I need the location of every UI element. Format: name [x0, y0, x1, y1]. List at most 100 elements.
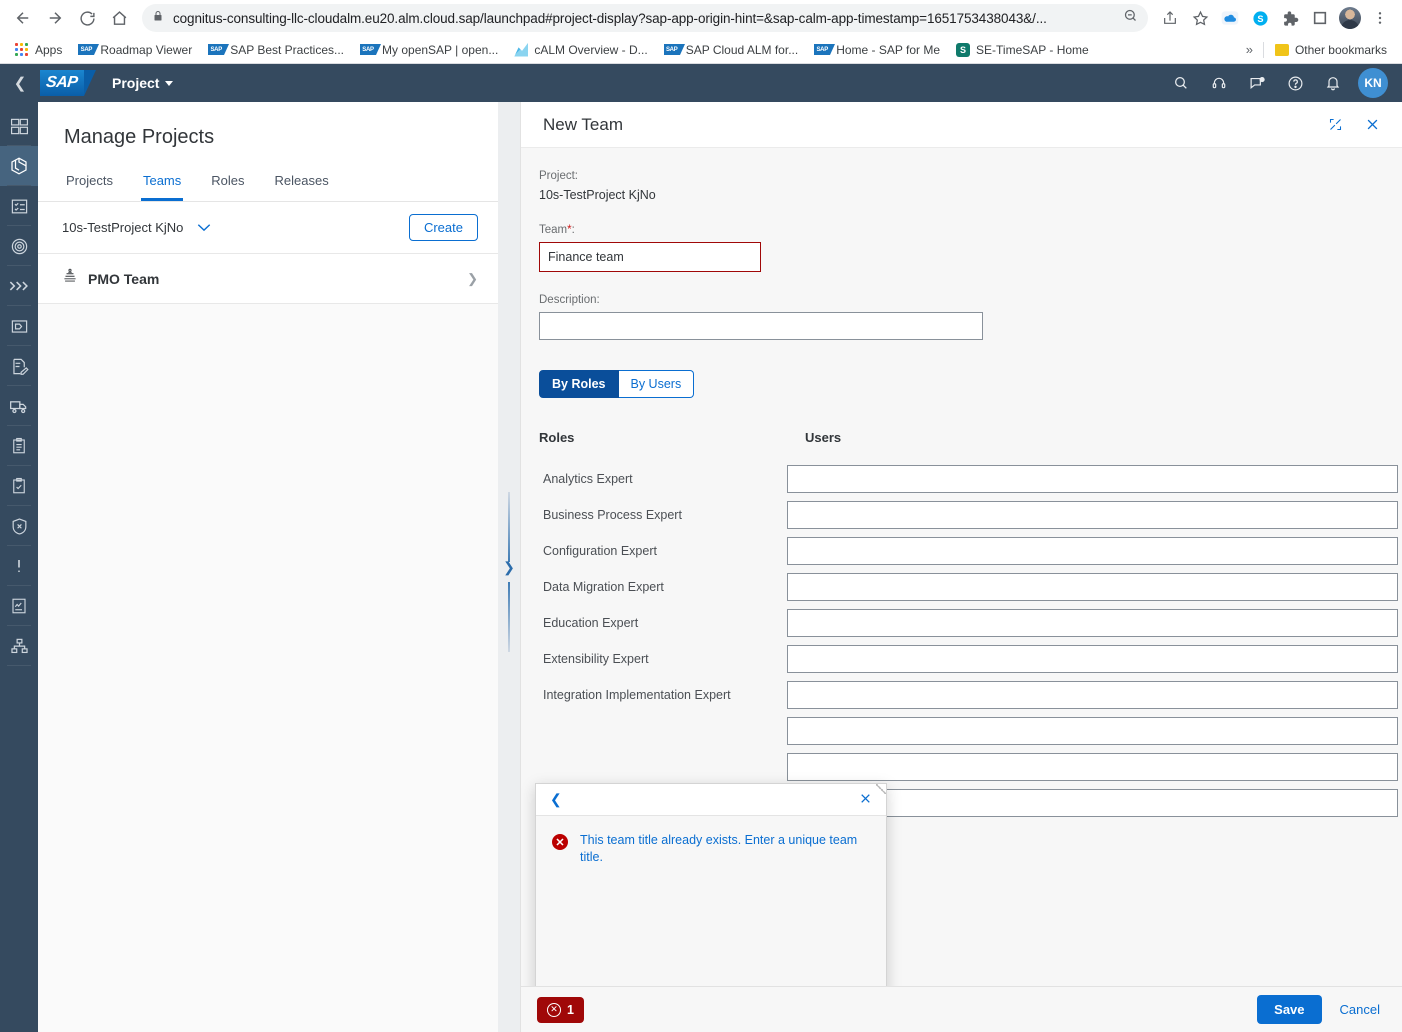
role-users-input[interactable]: [787, 753, 1398, 781]
forward-arrow-icon[interactable]: [40, 3, 70, 33]
popover-body: ✕ This team title already exists. Enter …: [536, 816, 886, 866]
calm-favicon: [514, 43, 528, 57]
role-users-input[interactable]: [787, 645, 1398, 673]
table-row: Analytics Expert: [521, 461, 1402, 497]
home-icon[interactable]: [104, 3, 134, 33]
help-icon[interactable]: [1282, 70, 1308, 96]
back-chevron-icon[interactable]: ❮: [550, 791, 562, 808]
bookmark-calm-overview[interactable]: cALM Overview - D...: [507, 40, 654, 60]
bookmark-home-sap-for-me[interactable]: SAP Home - SAP for Me: [807, 40, 947, 60]
rail-item-alerts-icon[interactable]: [0, 546, 38, 586]
share-icon[interactable]: [1156, 4, 1184, 32]
bookmark-my-opensap[interactable]: SAP My openSAP | open...: [353, 40, 505, 60]
onedrive-icon[interactable]: [1216, 4, 1244, 32]
shell-app-title[interactable]: Project: [112, 75, 173, 91]
rail-item-process-chevrons-icon[interactable]: [0, 266, 38, 306]
roles-table-header: Roles Users: [539, 430, 1384, 445]
bookmarks-overflow-icon[interactable]: »: [1240, 42, 1259, 57]
error-count: 1: [567, 1003, 574, 1017]
bookmark-star-icon[interactable]: [1186, 4, 1214, 32]
new-team-title: New Team: [543, 115, 623, 135]
bookmark-label: Home - SAP for Me: [836, 43, 940, 57]
bookmark-label: SAP Cloud ALM for...: [686, 43, 799, 57]
role-users-input[interactable]: [787, 681, 1398, 709]
sap-logo[interactable]: SAP: [40, 70, 94, 96]
table-row: Business Process Expert: [521, 497, 1402, 533]
role-users-input[interactable]: [787, 609, 1398, 637]
fullscreen-icon[interactable]: [1328, 117, 1343, 132]
svg-text:S: S: [1257, 14, 1263, 24]
project-selector-label[interactable]: 10s-TestProject KjNo: [62, 220, 183, 235]
bookmark-apps[interactable]: Apps: [8, 40, 69, 60]
reload-icon[interactable]: [72, 3, 102, 33]
shell-back-icon[interactable]: ❮: [0, 64, 40, 102]
column-header-roles: Roles: [539, 430, 805, 445]
rail-item-projects-icon[interactable]: [0, 146, 38, 186]
role-users-input[interactable]: [787, 465, 1398, 493]
rail-item-tasks-icon[interactable]: [0, 186, 38, 226]
new-team-form: Project: 10s-TestProject KjNo Team*: Des…: [521, 148, 1402, 986]
tab-projects[interactable]: Projects: [64, 165, 115, 201]
feedback-chat-icon[interactable]: [1244, 70, 1270, 96]
sap-favicon: SAP: [208, 44, 224, 55]
role-users-input[interactable]: [787, 537, 1398, 565]
address-bar[interactable]: cognitus-consulting-llc-cloudalm.eu20.al…: [142, 4, 1148, 32]
rail-item-documents-edit-icon[interactable]: [0, 346, 38, 386]
rail-item-defects-shield-icon[interactable]: [0, 506, 38, 546]
role-users-input[interactable]: [787, 717, 1398, 745]
bookmark-sap-cloud-alm[interactable]: SAP SAP Cloud ALM for...: [657, 40, 806, 60]
zoom-out-icon[interactable]: [1123, 8, 1138, 28]
save-button[interactable]: Save: [1257, 995, 1321, 1024]
project-value: 10s-TestProject KjNo: [539, 188, 1384, 202]
avatar[interactable]: KN: [1358, 68, 1388, 98]
create-button[interactable]: Create: [409, 214, 478, 241]
bookmark-roadmap-viewer[interactable]: SAP Roadmap Viewer: [71, 40, 199, 60]
table-row: Extensibility Expert: [521, 641, 1402, 677]
sidepanel-icon[interactable]: [1306, 4, 1334, 32]
bookmark-sap-best-practices[interactable]: SAP SAP Best Practices...: [201, 40, 351, 60]
panel-splitter[interactable]: ❯: [498, 102, 520, 1032]
list-item[interactable]: PMO Team ❯: [38, 253, 498, 304]
search-icon[interactable]: [1168, 70, 1194, 96]
rail-item-deployment-truck-icon[interactable]: [0, 386, 38, 426]
tab-by-users[interactable]: By Users: [619, 370, 695, 398]
tab-teams[interactable]: Teams: [141, 165, 183, 201]
rail-item-scope-target-icon[interactable]: [0, 226, 38, 266]
tab-releases[interactable]: Releases: [273, 165, 331, 201]
splitter-line-top: [508, 492, 510, 562]
rail-item-analytics-icon[interactable]: [0, 106, 38, 146]
close-icon[interactable]: [1365, 117, 1380, 132]
profile-avatar[interactable]: [1336, 4, 1364, 32]
rail-item-landscape-org-icon[interactable]: [0, 626, 38, 666]
chrome-menu-icon[interactable]: [1366, 4, 1394, 32]
role-users-input[interactable]: [787, 573, 1398, 601]
headset-icon[interactable]: [1206, 70, 1232, 96]
tab-by-roles[interactable]: By Roles: [539, 370, 619, 398]
tab-roles[interactable]: Roles: [209, 165, 246, 201]
role-users-input[interactable]: [787, 501, 1398, 529]
skype-icon[interactable]: S: [1246, 4, 1274, 32]
error-popover: ❮ ✕ This team title already exists. Ente…: [535, 783, 887, 986]
other-bookmarks-label: Other bookmarks: [1295, 43, 1387, 57]
close-icon[interactable]: [859, 792, 872, 808]
rail-item-reports-icon[interactable]: [0, 586, 38, 626]
rail-item-test-preparation-icon[interactable]: [0, 466, 38, 506]
bell-icon[interactable]: [1320, 70, 1346, 96]
splitter-expand-icon[interactable]: ❯: [503, 560, 515, 574]
bookmarks-divider: [1263, 42, 1264, 58]
cancel-button[interactable]: Cancel: [1334, 995, 1386, 1024]
bookmark-se-timesap[interactable]: S SE-TimeSAP - Home: [949, 40, 1096, 60]
bookmark-label: cALM Overview - D...: [534, 43, 647, 57]
chevron-down-icon[interactable]: [197, 221, 211, 235]
back-arrow-icon[interactable]: [8, 3, 38, 33]
other-bookmarks-folder[interactable]: Other bookmarks: [1268, 40, 1394, 60]
description-input[interactable]: [539, 312, 983, 340]
popover-resize-handle[interactable]: [876, 784, 886, 794]
extensions-icon[interactable]: [1276, 4, 1304, 32]
rail-item-requirements-icon[interactable]: [0, 306, 38, 346]
rail-item-clipboard-icon[interactable]: [0, 426, 38, 466]
sap-favicon: SAP: [360, 44, 376, 55]
page-title: Manage Projects: [38, 102, 498, 165]
team-name-input[interactable]: [539, 242, 761, 272]
status-badge[interactable]: ✕ 1: [537, 997, 584, 1023]
